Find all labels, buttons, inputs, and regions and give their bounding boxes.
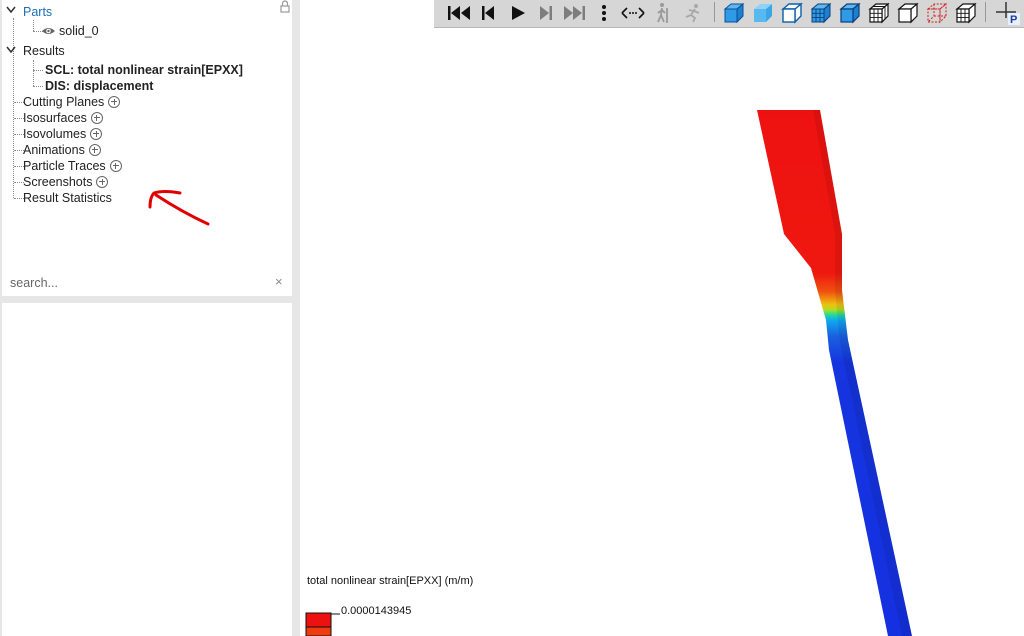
walk-icon[interactable]	[650, 1, 676, 24]
tree-guide-line	[13, 18, 14, 198]
collapse-results-chevron-icon[interactable]	[6, 46, 16, 58]
search-input[interactable]	[10, 274, 270, 292]
tree-node-animations[interactable]: Animations	[23, 142, 101, 158]
mesh-shaded-view-icon[interactable]	[808, 1, 834, 24]
collapse-parts-chevron-icon[interactable]	[6, 6, 16, 18]
surface-outline-view-icon[interactable]	[837, 1, 863, 24]
model-tree-panel: Parts solid_0 Results SCL: total nonline…	[2, 0, 292, 296]
more-vertical-icon[interactable]	[594, 1, 614, 24]
add-particle-trace-icon[interactable]	[109, 159, 122, 172]
tree-node-isosurfaces[interactable]: Isosurfaces	[23, 110, 103, 126]
tree-node-label: Cutting Planes	[23, 95, 105, 109]
smooth-shaded-view-icon[interactable]	[750, 1, 776, 24]
tree-node-solid-0[interactable]: solid_0	[59, 23, 99, 39]
step-forward-icon[interactable]	[533, 1, 559, 24]
tree-node-results[interactable]: Results	[23, 43, 65, 59]
tree-node-result-dis[interactable]: DIS: displacement	[45, 78, 153, 94]
lock-icon[interactable]	[279, 0, 291, 13]
tree-guide-line	[33, 70, 43, 71]
tree-node-result-scl[interactable]: SCL: total nonlinear strain[EPXX]	[45, 62, 243, 78]
tree-node-label: Screenshots	[23, 175, 93, 189]
legend-title: total nonlinear strain[EPXX] (m/m)	[307, 575, 474, 587]
viewer-toolbar: P	[434, 0, 1024, 28]
tree-node-isovolumes[interactable]: Isovolumes	[23, 126, 103, 142]
add-isovolume-icon[interactable]	[90, 127, 103, 140]
axis-probe-icon[interactable]: P	[994, 1, 1020, 25]
eye-visibility-icon[interactable]	[41, 26, 56, 36]
specimen-shading	[813, 110, 912, 636]
shaded-view-icon[interactable]	[721, 1, 747, 24]
play-icon[interactable]	[505, 1, 531, 24]
wireframe-view-icon[interactable]	[895, 1, 921, 24]
transparent-mesh-view-icon[interactable]	[953, 1, 979, 24]
tree-guide-line	[33, 86, 43, 87]
add-cutting-plane-icon[interactable]	[108, 95, 121, 108]
mesh-wireframe-view-icon[interactable]	[866, 1, 892, 24]
tree-node-result-statistics[interactable]: Result Statistics	[23, 190, 112, 206]
skip-to-start-icon[interactable]	[446, 1, 472, 24]
3d-viewport[interactable]	[300, 28, 1024, 636]
tree-node-parts[interactable]: Parts	[23, 4, 52, 20]
color-legend-bar	[305, 612, 340, 636]
skip-to-end-icon[interactable]	[562, 1, 588, 24]
toolbar-separator	[714, 2, 715, 22]
add-screenshot-icon[interactable]	[96, 175, 109, 188]
tree-node-particle-traces[interactable]: Particle Traces	[23, 158, 122, 174]
tree-node-label: Isovolumes	[23, 127, 87, 141]
explode-icon[interactable]	[620, 1, 646, 24]
tree-node-label: Particle Traces	[23, 159, 106, 173]
tree-node-label: Isosurfaces	[23, 111, 87, 125]
add-isosurface-icon[interactable]	[90, 111, 103, 124]
probe-letter: P	[1010, 14, 1017, 25]
tree-node-label: Animations	[23, 143, 85, 157]
tree-node-cutting-planes[interactable]: Cutting Planes	[23, 94, 121, 110]
tree-guide-line	[33, 60, 34, 86]
bounding-box-view-icon[interactable]	[924, 1, 950, 24]
tree-guide-line	[33, 20, 34, 31]
add-animation-icon[interactable]	[88, 143, 101, 156]
toolbar-separator	[985, 2, 986, 22]
clear-search-icon[interactable]: ×	[275, 274, 283, 289]
legend-max-value: 0.0000143945	[341, 605, 412, 617]
left-panel: Parts solid_0 Results SCL: total nonline…	[0, 0, 300, 636]
properties-panel	[2, 303, 292, 636]
run-icon[interactable]	[680, 1, 706, 24]
annotation-arrow-icon	[148, 190, 210, 226]
step-back-icon[interactable]	[475, 1, 501, 24]
tree-node-screenshots[interactable]: Screenshots	[23, 174, 109, 190]
hidden-line-view-icon[interactable]	[779, 1, 805, 24]
